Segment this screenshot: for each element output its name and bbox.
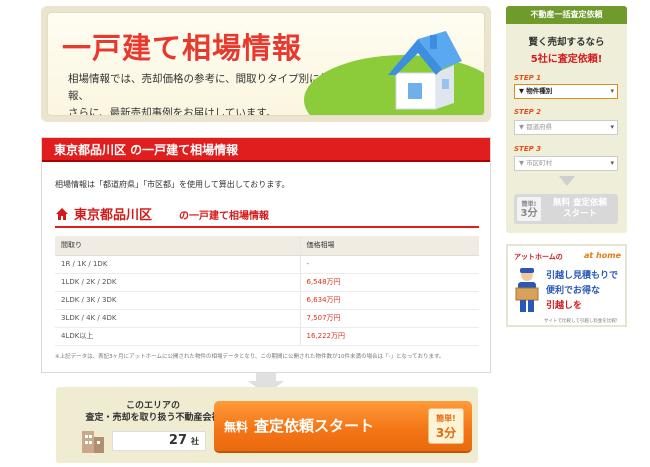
ad-bottom-text: サイトで比較して引越し料金を比較!	[544, 319, 618, 324]
city-select-value: ▼ 市区町村	[519, 159, 553, 167]
ad-brand: アットホームの	[514, 253, 563, 261]
sidebar-badge-line1: 簡単!	[521, 201, 537, 208]
ad-line3: 引越しを	[546, 301, 583, 311]
row-price: 16,222万円	[300, 327, 479, 346]
column-header-layout: 間取り	[55, 236, 301, 256]
sidebar-start-button[interactable]: 簡単! 3分 無料 査定依頼 スタート	[514, 194, 618, 224]
down-arrow-icon	[559, 176, 575, 186]
row-layout: 2LDK / 3K / 3DK	[55, 291, 301, 310]
sidebar-catch-line1: 賢く売却するなら	[528, 37, 605, 48]
table-header-row: 間取り 価格相場	[55, 236, 479, 256]
row-layout: 1R / 1K / 1DK	[55, 255, 301, 274]
chevron-down-icon: ▾	[610, 87, 614, 95]
city-select[interactable]: ▼ 市区町村 ▾	[514, 156, 618, 171]
row-layout: 4LDK以上	[55, 327, 301, 346]
row-layout: 3LDK / 4K / 4DK	[55, 309, 301, 328]
sub-title-rest: の一戸建て相場情報	[179, 211, 269, 222]
free-label: 無料	[224, 420, 249, 434]
price-table: 間取り 価格相場 1R / 1K / 1DK - 1LDK / 2K / 2DK…	[55, 236, 479, 346]
section-header: 東京都品川区 の一戸建て相場情報	[42, 138, 490, 162]
page-title: 一戸建て相場情報	[62, 31, 303, 65]
athome-logo: at home	[584, 251, 621, 260]
hero-banner: 一戸建て相場情報 相場情報では、売却価格の参考に、間取りタイプ別に相場情報、 さ…	[41, 6, 491, 122]
home-icon	[56, 208, 68, 220]
row-price: -	[300, 255, 479, 274]
table-row: 3LDK / 4K / 4DK 7,507万円	[55, 309, 479, 328]
sidebar-button-label: 無料 査定依頼 スタート	[544, 198, 616, 220]
calculation-note: 相場情報は「都道府県」「市区都」を使用して算出しております。	[55, 180, 290, 189]
company-count-unit: 社	[191, 437, 199, 446]
sidebar-button-line2: スタート	[562, 209, 597, 219]
ad-line1: 引越し見積もりで	[546, 271, 619, 281]
property-type-select[interactable]: ▼ 物件種別 ▾	[514, 84, 618, 99]
ad-line2: 便利でお得な	[546, 286, 601, 296]
row-price: 6,634万円	[300, 291, 479, 310]
table-footnote: ※上記データは、表記3ヶ月にアットホームに公開された物件の相場データとなり、この…	[55, 354, 445, 360]
hero-inner: 一戸建て相場情報 相場情報では、売却価格の参考に、間取りタイプ別に相場情報、 さ…	[47, 12, 485, 116]
chevron-down-icon: ▾	[610, 123, 614, 131]
sidebar-badge-line2: 3分	[520, 208, 538, 219]
sidebar-catch-line2: 5社に査定依頼!	[530, 54, 603, 65]
sidebar-header: 不動産一括査定依頼	[506, 6, 627, 24]
easy-badge-line1: 簡単!	[436, 414, 456, 423]
sub-title-area: 東京都品川区	[74, 208, 153, 223]
table-row: 1R / 1K / 1DK -	[55, 255, 479, 274]
cta-label-line2: 査定・売却を取り扱う不動産会社	[85, 413, 221, 423]
easy-badge-line2: 3分	[435, 426, 457, 440]
step1-label: STEP 1	[514, 74, 542, 82]
company-count: 27 社	[112, 431, 206, 451]
easy-badge: 簡単! 3分	[428, 408, 464, 444]
sidebar-assessment-form: 不動産一括査定依頼 賢く売却するなら 5社に査定依頼! STEP 1 ▼ 物件種…	[506, 6, 627, 233]
table-row: 2LDK / 3K / 3DK 6,634万円	[55, 291, 479, 310]
mover-illustration	[515, 268, 539, 312]
sidebar-easy-badge: 簡単! 3分	[517, 197, 541, 221]
sub-title: 東京都品川区 の一戸建て相場情報	[55, 204, 479, 228]
moving-estimate-ad[interactable]: アットホームの at home 引越し見積もりで 便利でお得な 引越しを サイト…	[506, 244, 627, 327]
assessment-cta: このエリアの 査定・売却を取り扱う不動産会社 27 社 無料 査定依頼スタート 簡…	[56, 387, 478, 463]
start-assessment-text: 査定依頼スタート	[254, 417, 375, 435]
row-price: 7,507万円	[300, 309, 479, 328]
cta-label: このエリアの 査定・売却を取り扱う不動産会社	[78, 400, 228, 424]
table-row: 1LDK / 2K / 2DK 6,548万円	[55, 273, 479, 292]
start-assessment-button[interactable]: 無料 査定依頼スタート 簡単! 3分	[214, 401, 472, 451]
step3-label: STEP 3	[514, 145, 542, 153]
building-icon	[82, 431, 104, 453]
prefecture-select-value: ▼ 都道府県	[519, 123, 553, 131]
sidebar-button-line1: 無料 査定依頼	[553, 198, 607, 208]
property-type-select-value: ▼ 物件種別	[519, 87, 553, 95]
cta-label-line1: このエリアの	[125, 401, 180, 411]
row-price: 6,548万円	[300, 273, 479, 292]
prefecture-select[interactable]: ▼ 都道府県 ▾	[514, 120, 618, 135]
step2-label: STEP 2	[514, 108, 542, 116]
house-illustration	[388, 31, 462, 110]
column-header-price: 価格相場	[300, 236, 479, 256]
row-layout: 1LDK / 2K / 2DK	[55, 273, 301, 292]
start-assessment-label: 無料 査定依頼スタート	[224, 401, 374, 452]
table-row: 4LDK以上 16,222万円	[55, 327, 479, 346]
company-count-value: 27	[168, 433, 187, 448]
chevron-down-icon: ▾	[610, 159, 614, 167]
market-price-section: 東京都品川区 の一戸建て相場情報 相場情報は「都道府県」「市区都」を使用して算出…	[41, 137, 491, 373]
